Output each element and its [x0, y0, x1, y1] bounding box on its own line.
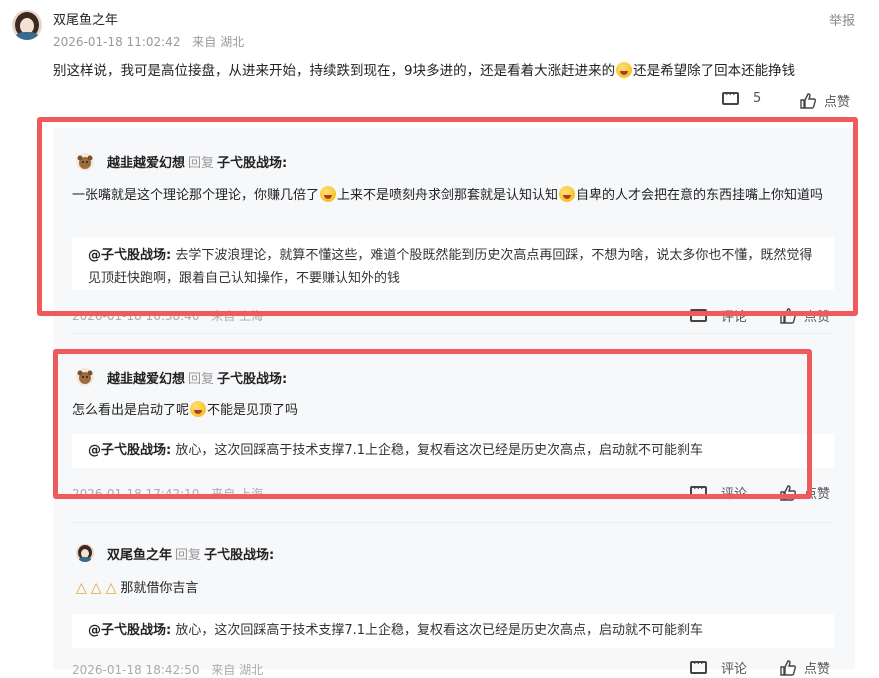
comment-time: 2026-01-18 11:02:42	[53, 35, 181, 49]
comment-icon	[722, 88, 739, 105]
reply-author[interactable]: 双尾鱼之年	[107, 548, 172, 563]
like-label: 点赞	[804, 662, 831, 677]
comment-icon	[690, 657, 707, 674]
pray-icon: △	[105, 580, 117, 596]
emoji-icon	[616, 62, 633, 78]
comment-location: 来自 湖北	[192, 35, 245, 49]
pray-icon: △	[76, 580, 87, 596]
reply-word: 回复	[175, 548, 202, 563]
like-label: 点赞	[824, 95, 851, 110]
quote-author[interactable]: @子弋股战场:	[88, 623, 171, 638]
reply-time: 2026-01-18 18:42:50	[72, 663, 200, 677]
thumb-up-icon	[780, 659, 796, 676]
thumb-up-icon	[800, 92, 816, 109]
reply-meta: 2026-01-18 18:42:50 来自 湖北	[72, 661, 263, 678]
comment-button[interactable]: 评论	[690, 657, 748, 677]
divider	[72, 522, 834, 523]
reply-count-button[interactable]: 5	[722, 88, 762, 106]
avatar[interactable]	[76, 544, 94, 562]
highlight-box	[37, 117, 858, 316]
like-button[interactable]: 点赞	[800, 91, 850, 110]
report-button[interactable]: 举报	[829, 10, 855, 29]
comment-meta: 2026-01-18 11:02:42 来自 湖北	[53, 33, 244, 50]
like-button[interactable]: 点赞	[780, 658, 830, 677]
comment-author[interactable]: 双尾鱼之年	[53, 9, 118, 28]
reply-count: 5	[753, 91, 762, 106]
reply-text-a: 那就借你吉言	[120, 581, 199, 596]
highlight-box	[53, 349, 812, 499]
comment-text-b: 还是希望除了回本还能挣钱	[633, 63, 796, 79]
reply-target[interactable]: 子弋股战场:	[204, 548, 274, 563]
comment-text: 别这样说，我可是高位接盘，从进来开始，持续跌到现在，9块多进的，还是看着大涨赶进…	[53, 59, 795, 79]
pray-icon: △	[90, 580, 102, 596]
quote-text: 放心，这次回踩高于技术支撑7.1上企稳，复权看这次已经是历史次高点，启动就不可能…	[175, 623, 704, 638]
quoted-comment: @子弋股战场: 放心，这次回踩高于技术支撑7.1上企稳，复权看这次已经是历史次高…	[72, 614, 834, 648]
reply-header: 双尾鱼之年 回复 子弋股战场:	[107, 544, 274, 563]
divider	[72, 333, 834, 334]
comment-label: 评论	[721, 662, 748, 677]
reply-location: 来自 湖北	[211, 663, 264, 677]
reply-text: △ △ △ 那就借你吉言	[76, 575, 836, 602]
avatar[interactable]	[12, 10, 42, 40]
comment-text-a: 别这样说，我可是高位接盘，从进来开始，持续跌到现在，9块多进的，还是看着大涨赶进…	[53, 63, 616, 79]
